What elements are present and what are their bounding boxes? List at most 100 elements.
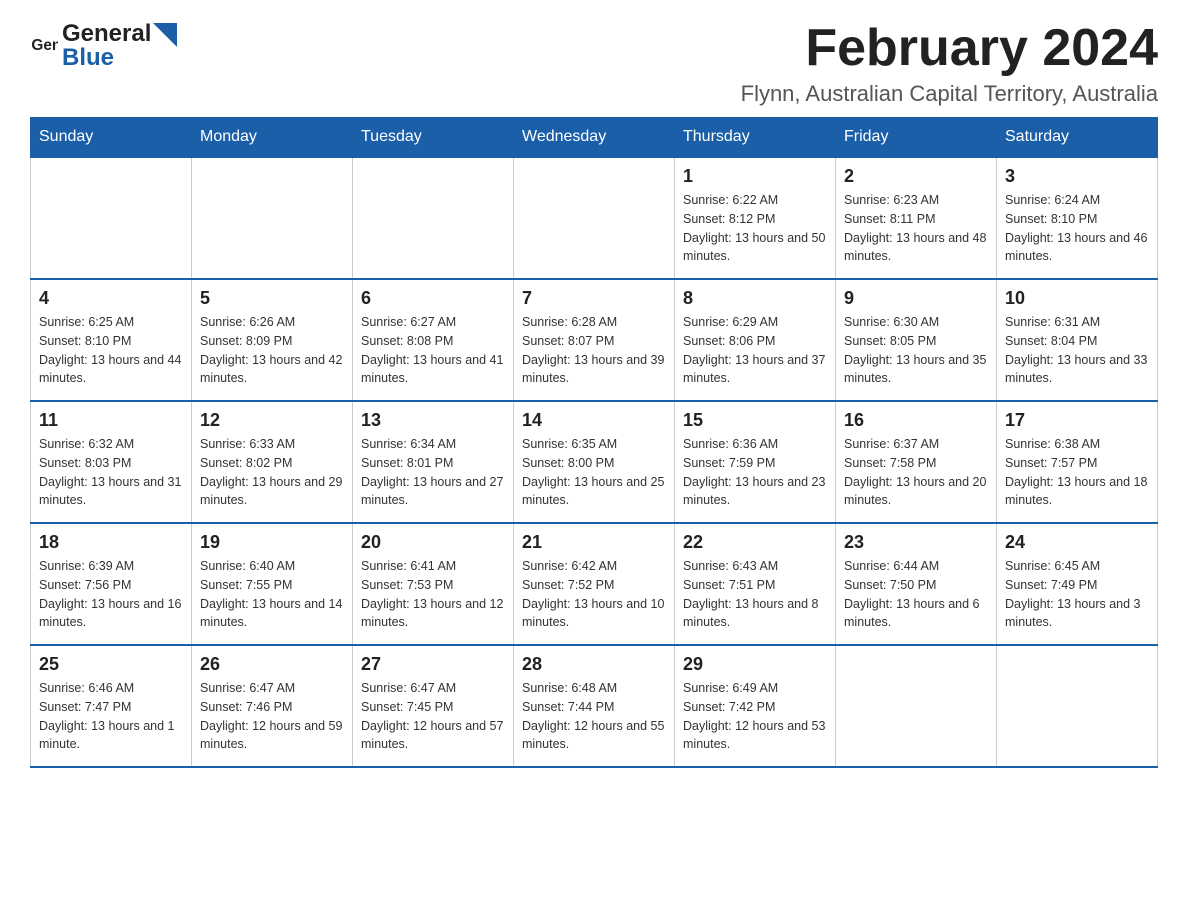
table-row [997,645,1158,767]
day-number: 27 [361,654,505,675]
day-number: 21 [522,532,666,553]
day-number: 22 [683,532,827,553]
day-number: 2 [844,166,988,187]
table-row [514,157,675,279]
day-number: 14 [522,410,666,431]
table-row: 1 Sunrise: 6:22 AMSunset: 8:12 PMDaylight… [675,157,836,279]
day-info: Sunrise: 6:28 AMSunset: 8:07 PMDaylight:… [522,313,666,388]
table-row: 16 Sunrise: 6:37 AMSunset: 7:58 PMDayligh… [836,401,997,523]
col-tuesday: Tuesday [353,118,514,158]
table-row: 14Sunrise: 6:35 AMSunset: 8:00 PMDayligh… [514,401,675,523]
table-row: 28Sunrise: 6:48 AMSunset: 7:44 PMDayligh… [514,645,675,767]
day-number: 18 [39,532,183,553]
col-wednesday: Wednesday [514,118,675,158]
day-info: Sunrise: 6:39 AMSunset: 7:56 PMDaylight:… [39,557,183,632]
calendar-week-row: 11 Sunrise: 6:32 AMSunset: 8:03 PMDayligh… [31,401,1158,523]
table-row [192,157,353,279]
day-number: 12 [200,410,344,431]
table-row: 15 Sunrise: 6:36 AMSunset: 7:59 PMDayligh… [675,401,836,523]
day-number: 26 [200,654,344,675]
day-info: Sunrise: 6:27 AMSunset: 8:08 PMDaylight:… [361,313,505,388]
table-row: 8 Sunrise: 6:29 AMSunset: 8:06 PMDaylight… [675,279,836,401]
day-info: Sunrise: 6:34 AMSunset: 8:01 PMDaylight:… [361,435,505,510]
day-info: Sunrise: 6:43 AMSunset: 7:51 PMDaylight:… [683,557,827,632]
day-number: 29 [683,654,827,675]
table-row: 17Sunrise: 6:38 AMSunset: 7:57 PMDayligh… [997,401,1158,523]
day-info: Sunrise: 6:32 AMSunset: 8:03 PMDaylight:… [39,435,183,510]
day-info: Sunrise: 6:37 AMSunset: 7:58 PMDaylight:… [844,435,988,510]
day-number: 20 [361,532,505,553]
svg-text:General: General [31,37,58,54]
col-thursday: Thursday [675,118,836,158]
table-row: 27Sunrise: 6:47 AMSunset: 7:45 PMDayligh… [353,645,514,767]
location-title: Flynn, Australian Capital Territory, Aus… [741,81,1158,107]
table-row: 2Sunrise: 6:23 AMSunset: 8:11 PMDaylight… [836,157,997,279]
day-info: Sunrise: 6:44 AMSunset: 7:50 PMDaylight:… [844,557,988,632]
table-row: 18 Sunrise: 6:39 AMSunset: 7:56 PMDayligh… [31,523,192,645]
day-info: Sunrise: 6:49 AMSunset: 7:42 PMDaylight:… [683,679,827,754]
day-number: 23 [844,532,988,553]
day-info: Sunrise: 6:36 AMSunset: 7:59 PMDaylight:… [683,435,827,510]
day-number: 8 [683,288,827,309]
day-info: Sunrise: 6:25 AMSunset: 8:10 PMDaylight:… [39,313,183,388]
day-number: 28 [522,654,666,675]
title-block: February 2024 Flynn, Australian Capital … [741,20,1158,107]
day-info: Sunrise: 6:24 AMSunset: 8:10 PMDaylight:… [1005,191,1149,266]
day-number: 9 [844,288,988,309]
table-row: 26 Sunrise: 6:47 AMSunset: 7:46 PMDayligh… [192,645,353,767]
day-info: Sunrise: 6:29 AMSunset: 8:06 PMDaylight:… [683,313,827,388]
table-row: 29 Sunrise: 6:49 AMSunset: 7:42 PMDayligh… [675,645,836,767]
table-row [353,157,514,279]
table-row: 22 Sunrise: 6:43 AMSunset: 7:51 PMDayligh… [675,523,836,645]
table-row: 9 Sunrise: 6:30 AMSunset: 8:05 PMDaylight… [836,279,997,401]
calendar-week-row: 18 Sunrise: 6:39 AMSunset: 7:56 PMDayligh… [31,523,1158,645]
table-row: 4 Sunrise: 6:25 AMSunset: 8:10 PMDaylight… [31,279,192,401]
table-row [31,157,192,279]
calendar-week-row: 25Sunrise: 6:46 AMSunset: 7:47 PMDayligh… [31,645,1158,767]
table-row: 23 Sunrise: 6:44 AMSunset: 7:50 PMDayligh… [836,523,997,645]
calendar-header-row: Sunday Monday Tuesday Wednesday Thursday… [31,118,1158,158]
table-row: 11 Sunrise: 6:32 AMSunset: 8:03 PMDayligh… [31,401,192,523]
col-saturday: Saturday [997,118,1158,158]
day-number: 15 [683,410,827,431]
day-number: 16 [844,410,988,431]
table-row [836,645,997,767]
day-number: 1 [683,166,827,187]
day-info: Sunrise: 6:30 AMSunset: 8:05 PMDaylight:… [844,313,988,388]
day-info: Sunrise: 6:22 AMSunset: 8:12 PMDaylight:… [683,191,827,266]
col-monday: Monday [192,118,353,158]
calendar-week-row: 1 Sunrise: 6:22 AMSunset: 8:12 PMDaylight… [31,157,1158,279]
day-number: 13 [361,410,505,431]
day-number: 25 [39,654,183,675]
table-row: 24 Sunrise: 6:45 AMSunset: 7:49 PMDayligh… [997,523,1158,645]
day-number: 4 [39,288,183,309]
day-number: 7 [522,288,666,309]
day-number: 19 [200,532,344,553]
day-number: 3 [1005,166,1149,187]
day-number: 10 [1005,288,1149,309]
table-row: 12Sunrise: 6:33 AMSunset: 8:02 PMDayligh… [192,401,353,523]
day-info: Sunrise: 6:40 AMSunset: 7:55 PMDaylight:… [200,557,344,632]
day-info: Sunrise: 6:38 AMSunset: 7:57 PMDaylight:… [1005,435,1149,510]
logo-blue: Blue [62,44,177,72]
day-info: Sunrise: 6:47 AMSunset: 7:46 PMDaylight:… [200,679,344,754]
day-info: Sunrise: 6:45 AMSunset: 7:49 PMDaylight:… [1005,557,1149,632]
table-row: 19 Sunrise: 6:40 AMSunset: 7:55 PMDayligh… [192,523,353,645]
day-number: 24 [1005,532,1149,553]
col-friday: Friday [836,118,997,158]
day-number: 6 [361,288,505,309]
logo-triangle-icon [153,23,177,47]
page-header: General General Blue February 2024 Flynn… [30,20,1158,107]
table-row: 5 Sunrise: 6:26 AMSunset: 8:09 PMDaylight… [192,279,353,401]
col-sunday: Sunday [31,118,192,158]
calendar-table: Sunday Monday Tuesday Wednesday Thursday… [30,117,1158,768]
logo: General General Blue [30,20,177,72]
table-row: 13 Sunrise: 6:34 AMSunset: 8:01 PMDayligh… [353,401,514,523]
day-info: Sunrise: 6:31 AMSunset: 8:04 PMDaylight:… [1005,313,1149,388]
table-row: 20 Sunrise: 6:41 AMSunset: 7:53 PMDayligh… [353,523,514,645]
calendar-week-row: 4 Sunrise: 6:25 AMSunset: 8:10 PMDaylight… [31,279,1158,401]
day-info: Sunrise: 6:41 AMSunset: 7:53 PMDaylight:… [361,557,505,632]
day-info: Sunrise: 6:26 AMSunset: 8:09 PMDaylight:… [200,313,344,388]
day-number: 5 [200,288,344,309]
day-number: 11 [39,410,183,431]
